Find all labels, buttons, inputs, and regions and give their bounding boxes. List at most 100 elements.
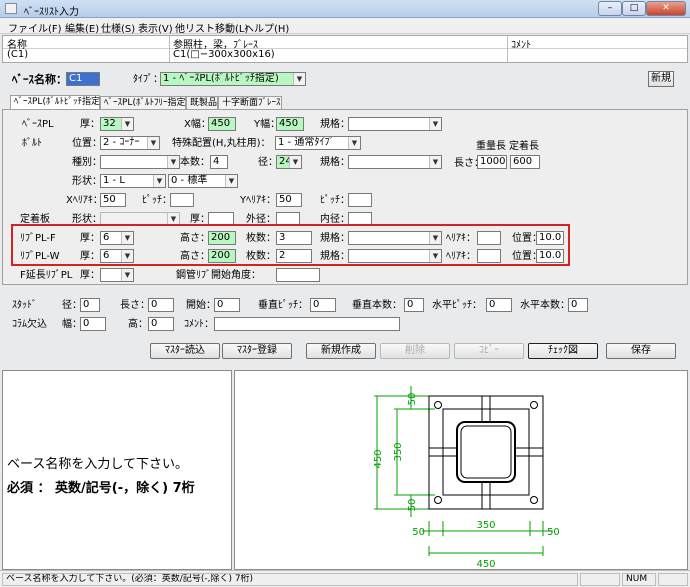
rib-w-edge-input[interactable] [477,249,501,263]
xwidth-label: X幅： [184,119,211,130]
rib-w-height-input[interactable]: 200 [208,249,236,263]
column-lack-height-input[interactable]: 0 [148,317,174,331]
status-bar: ベース名称を入力して下さい。(必須：英数/記号(-,除く) 7桁) NUM [0,570,690,587]
new-create-button[interactable]: 新規作成 [306,343,376,359]
chevron-down-icon: ▼ [293,73,305,85]
stud-len-input[interactable]: 0 [148,298,174,312]
column-lack-width-input[interactable]: 0 [80,317,106,331]
hcount-input[interactable]: 0 [568,298,588,312]
vpitch-input[interactable]: 0 [310,298,336,312]
column-lack-height-label: 高： [128,319,148,330]
special-placement-label: 特殊配置(H,丸柱用)： [172,138,271,149]
rib-w-pos-input[interactable]: 10.0 [536,249,564,263]
rib-f-thick-label: 厚： [80,233,100,244]
rib-f-edge-input[interactable] [477,231,501,245]
master-load-button[interactable]: ﾏｽﾀｰ読込 [150,343,220,359]
bolt-dia-select[interactable]: 24 ▼ [276,155,302,169]
menu-file[interactable]: ファイル(F) [8,20,62,35]
xwidth-input[interactable]: 450 [208,117,236,131]
save-button[interactable]: 保存 [606,343,676,359]
close-button[interactable]: ✕ [646,1,686,16]
menu-spec[interactable]: 仕様(S) [101,20,135,35]
dimension-lines [374,386,553,556]
weight-length-input[interactable]: 1000 [477,155,507,169]
hpitch-label: 水平ﾋﾟｯﾁ： [432,300,482,311]
menu-edit[interactable]: 編集(E) [65,20,99,35]
stud-len-label: 長さ： [120,300,150,311]
rib-f-thick-select[interactable]: 6 ▼ [100,231,134,245]
menu-help[interactable]: ヘルプ(H) [244,20,289,35]
copy-button[interactable]: ｺﾋﾟｰ [454,343,524,359]
baseplate-spec-select[interactable]: ▼ [348,117,442,131]
yedge-input[interactable]: 50 [276,193,302,207]
bolt-section-label: ﾎﾞﾙﾄ [22,138,42,149]
stud-start-input[interactable]: 0 [214,298,240,312]
row-reference-cell[interactable]: C1(□−300x300x16) [173,49,275,60]
xpitch-input[interactable] [170,193,194,207]
bolt-count-input[interactable]: 4 [210,155,228,169]
xpitch-label: ﾋﾟｯﾁ： [142,195,172,206]
bolt-count-label: 本数： [180,157,210,168]
rib-w-count-input[interactable]: 2 [276,249,312,263]
title-bar: ﾍﾞｰｽﾘｽﾄ入力 – □ ✕ [0,0,690,18]
maximize-button[interactable]: □ [622,1,646,16]
bolt-position-select[interactable]: 2 - ｺｰﾅｰ ▼ [100,136,160,150]
rib-w-label: ﾘﾌﾞPL-W [20,251,60,262]
ypitch-input[interactable] [348,193,372,207]
message-pane: ベース名称を入力して下さい。 必須 ： 英数/記号(-，除く) 7桁 [2,370,232,570]
f-rib-thick-select[interactable]: ▼ [100,268,134,282]
xedge-input[interactable]: 50 [100,193,126,207]
rib-f-label: ﾘﾌﾞPL-F [20,233,56,244]
column-lack-comment-input[interactable] [214,317,400,331]
delete-button[interactable]: 削除 [380,343,450,359]
f-rib-label: F延長ﾘﾌﾞPL [20,270,73,281]
row-name-cell[interactable]: (C1) [7,49,28,60]
tab-bolt-free[interactable]: ﾍﾞｰｽPL(ﾎﾞﾙﾄﾌﾘｰ指定) [100,96,189,110]
rib-w-spec-select[interactable]: ▼ [348,249,442,263]
special-placement-select[interactable]: 1 - 通常ﾀｲﾌﾟ ▼ [275,136,361,150]
yedge-label: Yﾍﾘｱｷ： [240,195,277,206]
rib-f-count-input[interactable]: 3 [276,231,312,245]
stud-dia-input[interactable]: 0 [80,298,100,312]
bolt-spec-select[interactable]: ▼ [348,155,442,169]
bolt-kind-label: 種別： [72,157,102,168]
bolt-standard-select[interactable]: 0 - 標準 ▼ [168,174,238,188]
rib-w-thick-label: 厚： [80,251,100,262]
rib-f-pos-input[interactable]: 10.0 [536,231,564,245]
rib-f-height-label: 高さ： [180,233,210,244]
minimize-button[interactable]: – [598,1,622,16]
menu-move-list[interactable]: 他リスト移動(L) [175,20,248,35]
dim-total-horizontal: 450 [476,559,495,569]
master-save-button[interactable]: ﾏｽﾀｰ登録 [222,343,292,359]
rib-w-thick-select[interactable]: 6 ▼ [100,249,134,263]
hpitch-input[interactable]: 0 [486,298,512,312]
chevron-down-icon: ▼ [429,232,441,244]
type-label: ﾀｲﾌﾟ： [133,74,163,85]
column-lack-label: ｺﾗﾑ欠込 [12,319,47,330]
chevron-down-icon: ▼ [289,156,301,168]
tab-bolt-pitch[interactable]: ﾍﾞｰｽPL(ﾎﾞﾙﾄﾋﾟｯﾁ指定) [10,95,103,110]
base-name-input[interactable]: C1 [66,72,100,86]
rib-f-height-input[interactable]: 200 [208,231,236,245]
baseplate-thick-select[interactable]: 32 ▼ [100,117,134,131]
menu-view[interactable]: 表示(V) [138,20,173,35]
rib-f-spec-select[interactable]: ▼ [348,231,442,245]
base-list-grid[interactable]: 名称 参照柱，梁，ﾌﾞﾚｰｽ ｺﾒﾝﾄ (C1) C1(□−300x300x16… [2,35,688,63]
check-drawing-button[interactable]: ﾁｪｯｸ図 [528,343,598,359]
chevron-down-icon: ▼ [225,175,237,187]
ywidth-input[interactable]: 450 [276,117,304,131]
chevron-down-icon: ▼ [121,250,133,262]
tab-ready-made[interactable]: 既製品 [186,96,218,110]
rib-angle-input[interactable] [276,268,320,282]
chevron-down-icon: ▼ [429,118,441,130]
base-plate-drawing: 450 350 50 50 50 350 50 450 [373,386,560,569]
tab-cross-brace[interactable]: 十字断面ﾌﾞﾚｰｽ [218,96,282,110]
type-select[interactable]: 1 - ﾍﾞｰｽPL(ﾎﾞﾙﾄﾋﾟｯﾁ指定) ▼ [160,72,306,86]
column-lack-comment-label: ｺﾒﾝﾄ： [184,319,214,330]
anchor-length-input[interactable]: 600 [510,155,540,169]
new-badge: 新規 [648,71,674,87]
bolt-shape-select[interactable]: 1 - L ▼ [100,174,166,188]
chevron-down-icon: ▼ [147,137,159,149]
vcount-input[interactable]: 0 [404,298,424,312]
bolt-kind-select[interactable]: ▼ [100,155,180,169]
